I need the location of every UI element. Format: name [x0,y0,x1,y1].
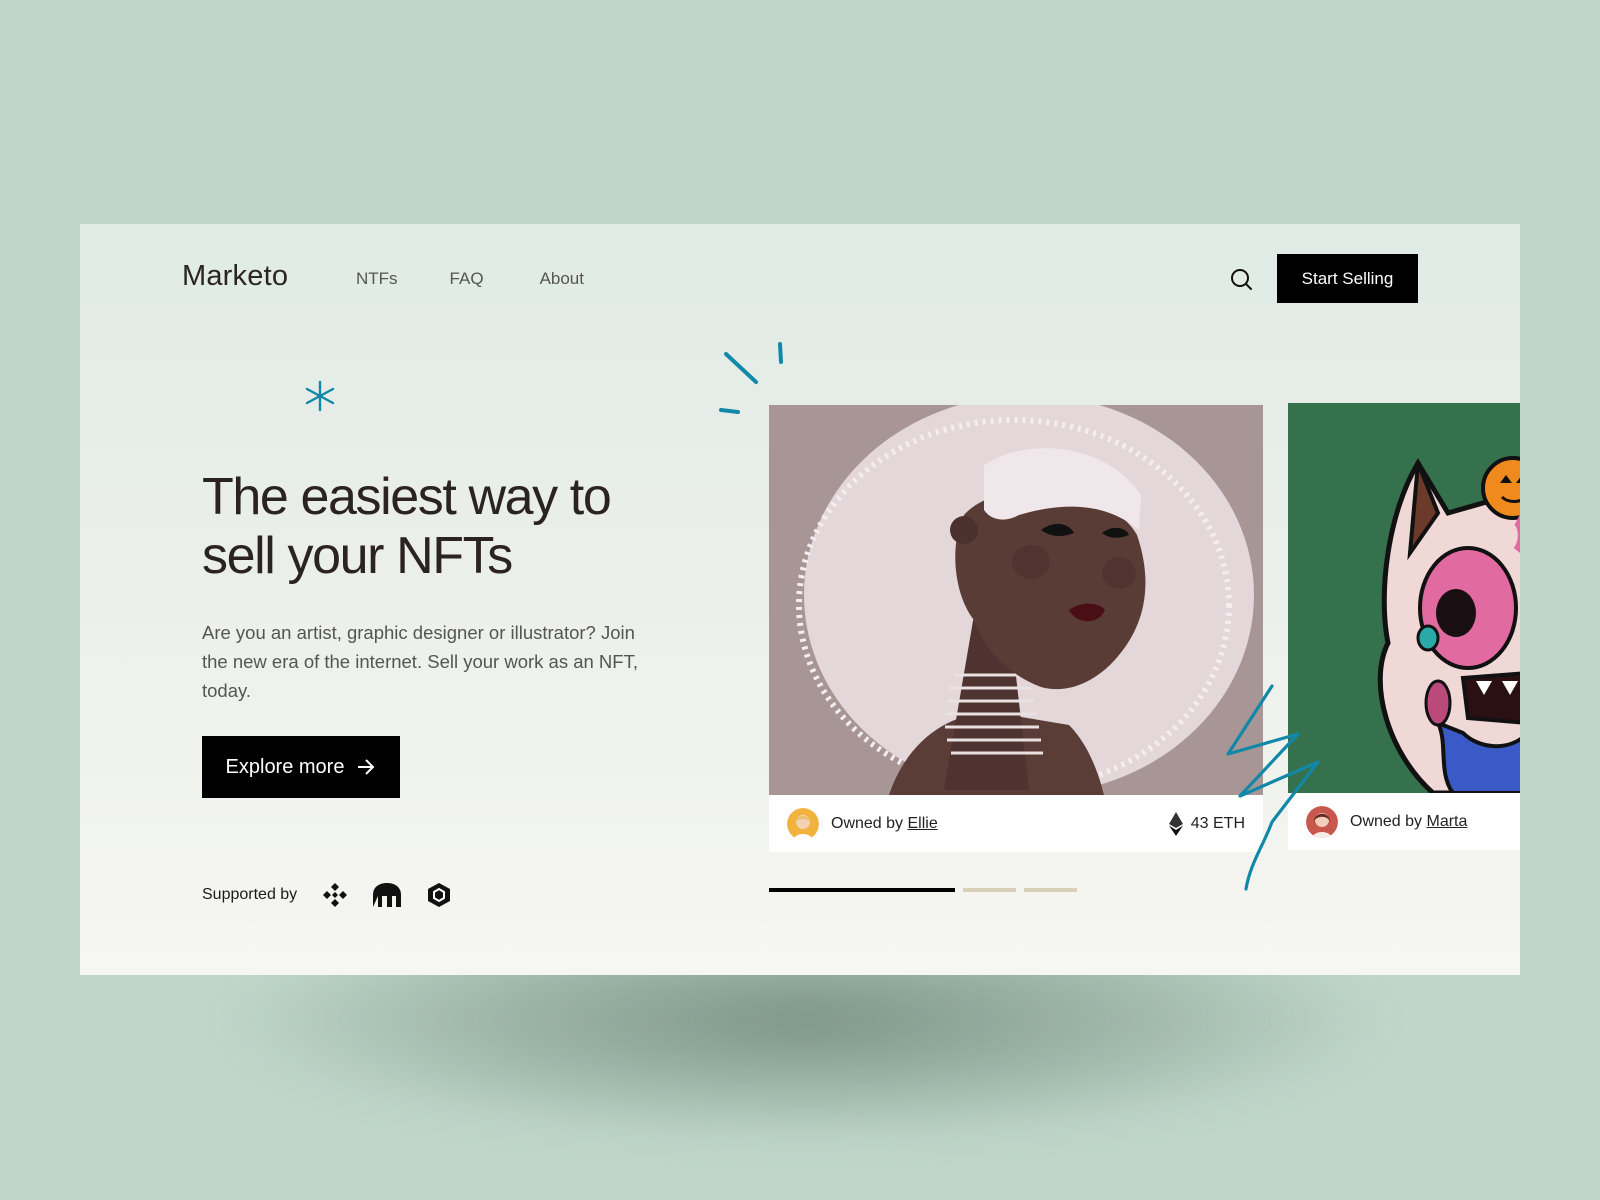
main-nav: NTFs FAQ About [356,269,636,289]
start-selling-button[interactable]: Start Selling [1277,254,1418,303]
binance-icon[interactable] [321,881,349,909]
crypto-com-icon[interactable] [425,881,453,909]
arrow-right-icon [358,759,375,775]
nft-card[interactable]: Owned by Ellie 43 ETH [769,405,1263,852]
hero-description: Are you an artist, graphic designer or i… [202,622,638,701]
carousel-indicator[interactable] [963,888,1016,892]
nav-link-ntfs[interactable]: NTFs [356,269,398,289]
supported-by: Supported by [202,881,475,909]
explore-more-button[interactable]: Explore more [202,736,400,798]
logo[interactable]: Marketo [182,260,288,293]
owned-by-text: Owned by Ellie [831,814,938,832]
nft-artwork-portrait[interactable] [769,405,1263,795]
owner-link[interactable]: Ellie [908,815,938,832]
owned-by-text: Owned by Marta [1350,812,1468,830]
avatar[interactable] [787,807,819,840]
nav-link-faq[interactable]: FAQ [450,269,484,289]
hero-title: The easiest way to sell your NFTs [202,468,612,585]
landing-page: Marketo NTFs FAQ About Start Selling Own… [80,224,1520,975]
nav-link-about[interactable]: About [540,269,584,289]
carousel-progress [769,888,1077,892]
supported-by-label: Supported by [202,886,298,903]
owner-link[interactable]: Marta [1427,813,1468,830]
card-footer: Owned by Ellie 43 ETH [769,795,1263,852]
ethereum-icon [1168,811,1183,836]
explore-more-label: Explore more [225,755,345,778]
carousel-indicator-active[interactable] [769,888,955,892]
kraken-icon[interactable] [371,881,403,909]
carousel-indicator[interactable] [1024,888,1077,892]
squiggle-decoration [1226,684,1320,891]
sparkle-icon [305,380,335,412]
search-icon[interactable] [1228,266,1256,294]
